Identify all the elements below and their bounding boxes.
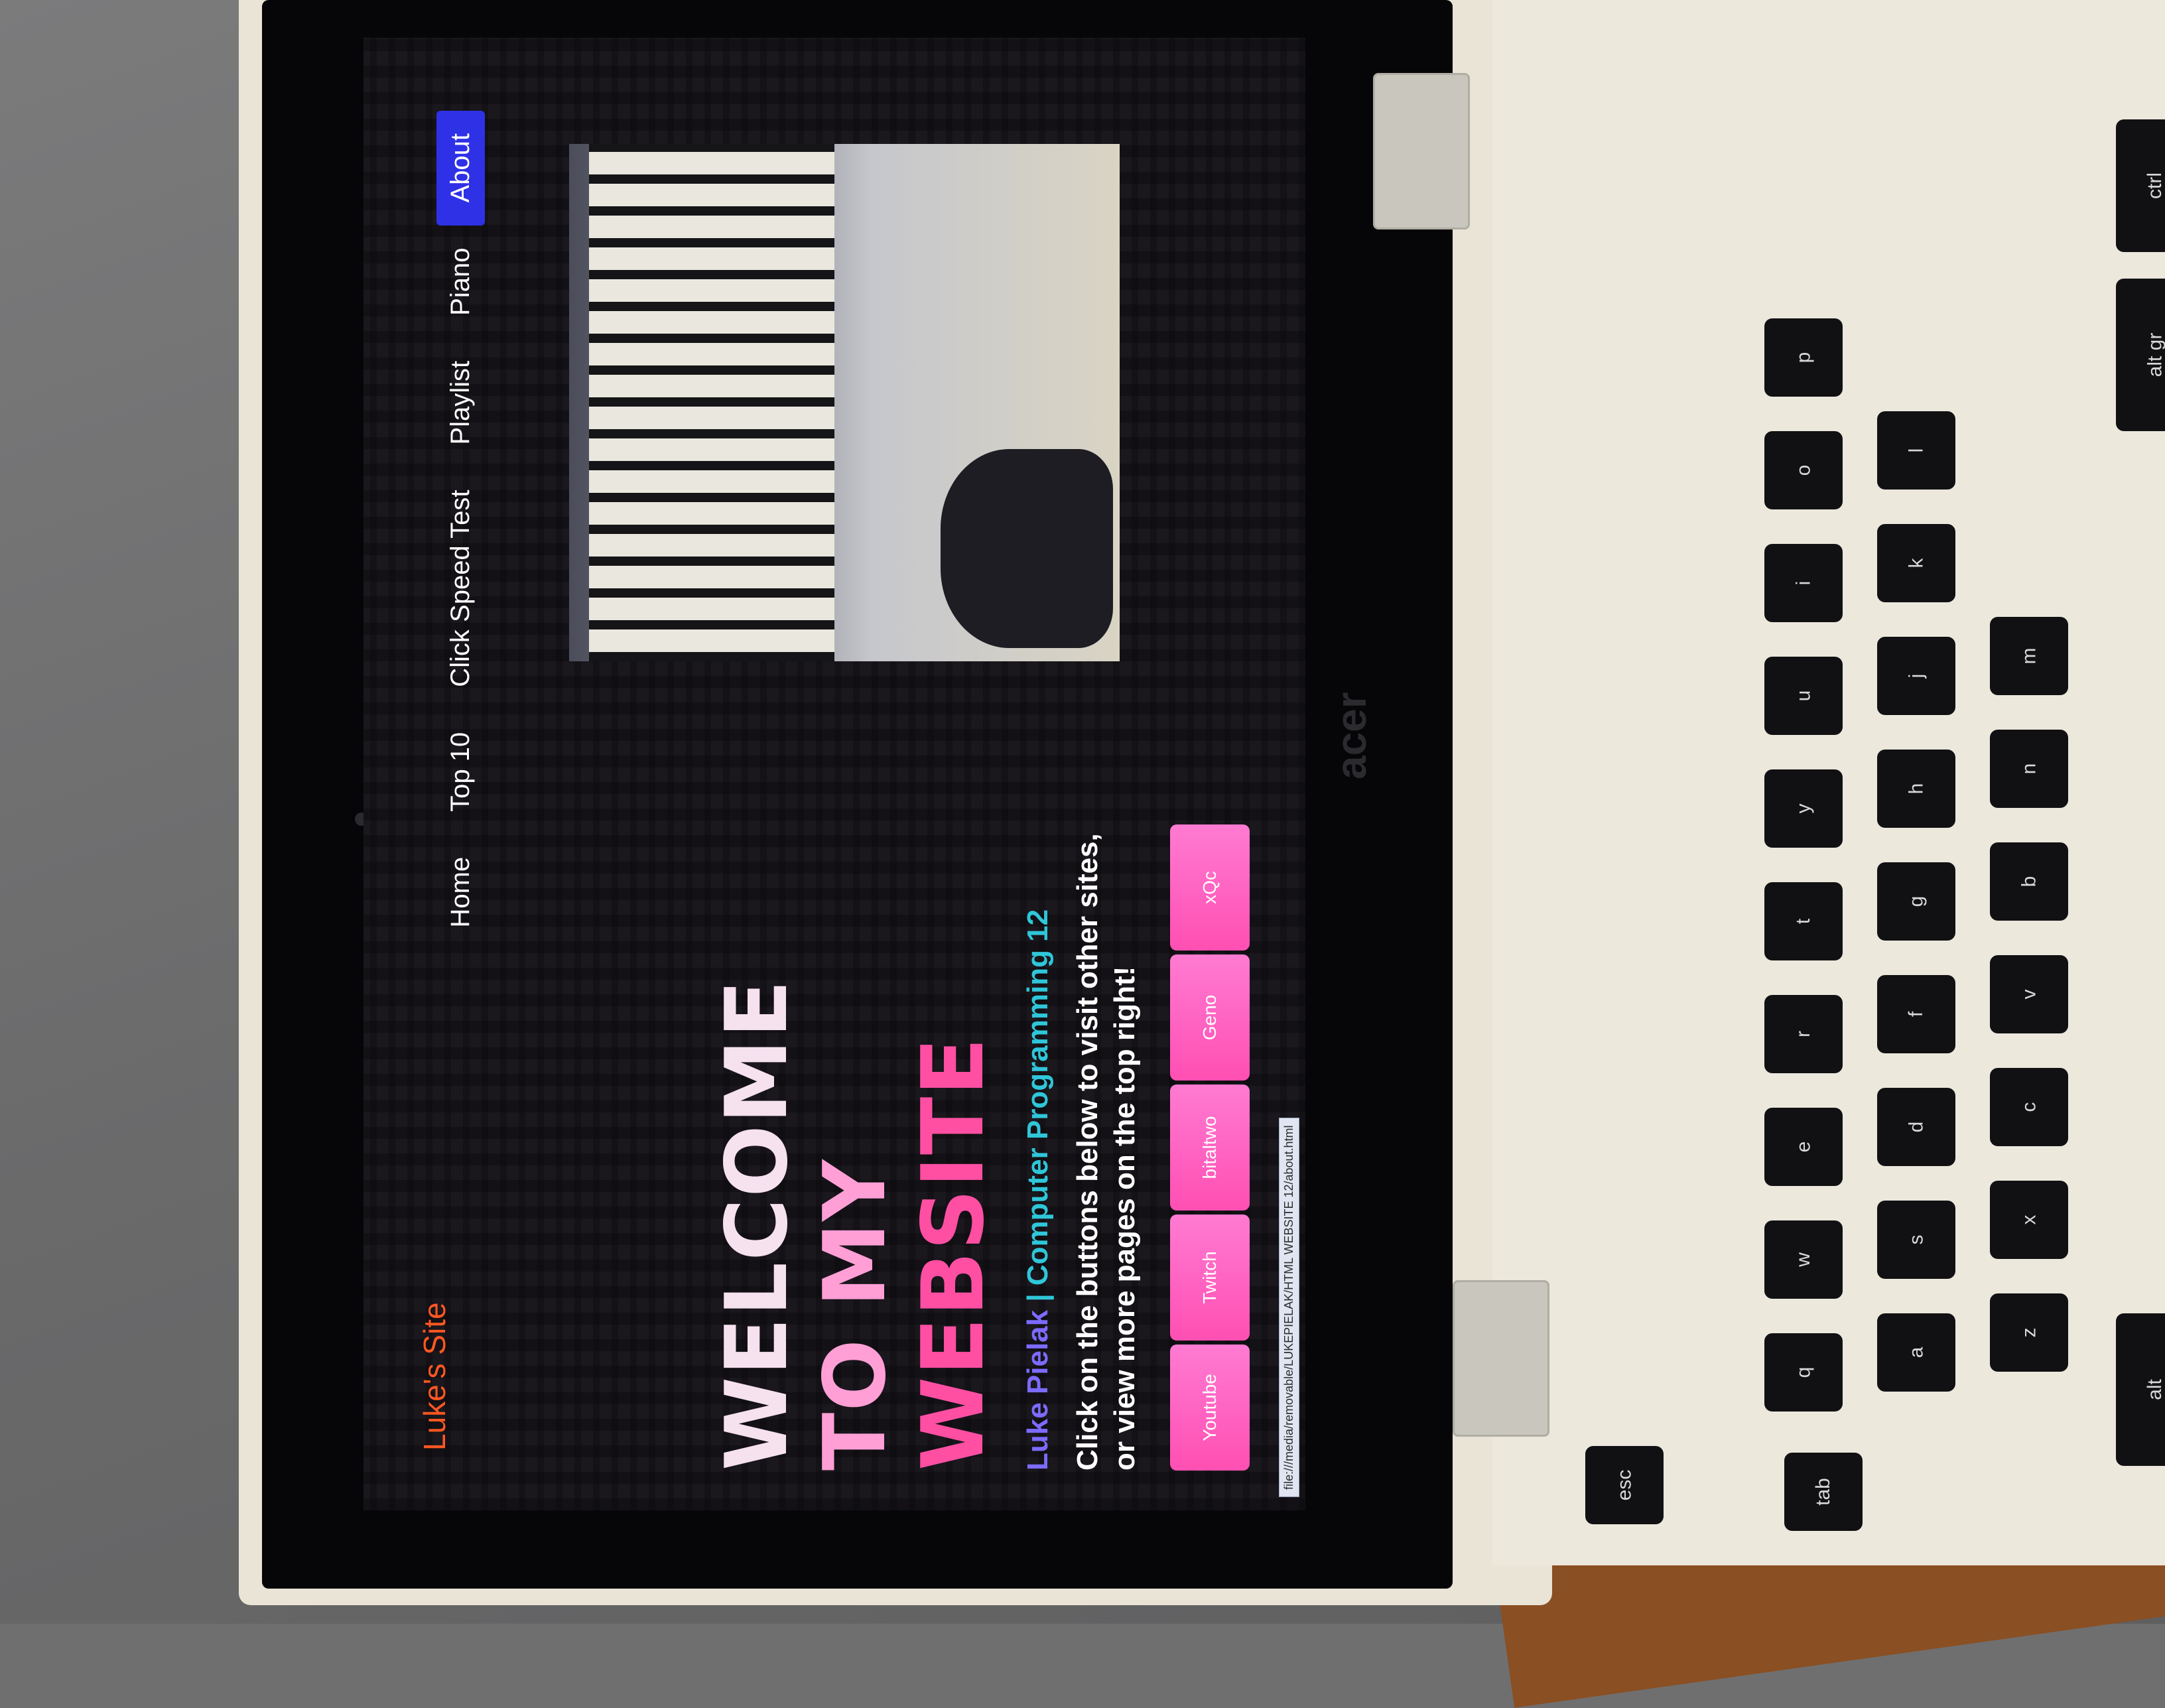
laptop-logo: acer [1327,692,1375,779]
hinge-bottom [1453,1280,1549,1437]
key-tab[interactable]: tab [1784,1453,1863,1531]
nav-click-speed-test[interactable]: Click Speed Test [436,468,485,710]
key-v[interactable]: v [1990,955,2068,1033]
key-e[interactable]: e [1764,1108,1843,1186]
key-alt[interactable]: alt [2116,1313,2165,1466]
piano-photo [569,144,1120,661]
key-y[interactable]: y [1764,769,1843,848]
key-m[interactable]: m [1990,617,2068,695]
hinge-top [1373,73,1470,230]
key-t[interactable]: t [1764,882,1843,960]
site-header: Luke's Site Home Top 10 Click Speed Test… [363,38,503,1510]
key-u[interactable]: u [1764,657,1843,735]
nav-playlist[interactable]: Playlist [436,338,485,468]
key-b[interactable]: b [1990,842,2068,921]
key-r[interactable]: r [1764,995,1843,1073]
keyboard: esc tab alt alt gr ctrl q w e r t y u i … [1545,0,2165,1624]
pianist-image [941,449,1113,648]
key-k[interactable]: k [1877,524,1955,602]
author-name: Luke Pielak [1021,1309,1054,1471]
youtube-button[interactable]: Youtube [1170,1345,1250,1471]
hero-title-line-1: WELCOME [708,978,807,1471]
key-q[interactable]: q [1764,1333,1843,1412]
link-buttons: Youtube Twitch bitaltwo Geno xQc [1170,807,1250,1471]
nav-piano[interactable]: Piano [436,226,485,338]
hero-subtitle: Luke Pielak | Computer Programming 12 [1021,807,1055,1471]
key-h[interactable]: h [1877,750,1955,828]
geno-button[interactable]: Geno [1170,954,1250,1081]
key-f[interactable]: f [1877,975,1955,1053]
key-o[interactable]: o [1764,431,1843,509]
course-name: Computer Programming 12 [1021,909,1054,1286]
key-esc[interactable]: esc [1585,1446,1664,1524]
key-ctrl[interactable]: ctrl [2116,119,2165,252]
key-n[interactable]: n [1990,730,2068,808]
xqc-button[interactable]: xQc [1170,824,1250,951]
key-i[interactable]: i [1764,544,1843,622]
browser-screen: Luke's Site Home Top 10 Click Speed Test… [363,38,1305,1510]
status-bar-url: file:///media/removable/LUKEPIELAK/HTML … [1279,1118,1299,1497]
hero-section: WELCOME TO MY WEBSITE Luke Pielak | Comp… [708,807,1250,1471]
piano-keys-image [589,144,834,661]
hero-title-line-2: TO MY [806,1158,905,1471]
key-g[interactable]: g [1877,862,1955,941]
nav-about[interactable]: About [436,111,485,226]
key-x[interactable]: x [1990,1181,2068,1259]
site-brand[interactable]: Luke's Site [417,1302,452,1451]
key-z[interactable]: z [1990,1293,2068,1372]
key-s[interactable]: s [1877,1201,1955,1279]
site-nav: Home Top 10 Click Speed Test Playlist Pi… [436,111,485,951]
key-c[interactable]: c [1990,1068,2068,1146]
hero-description: Click on the buttons below to visit othe… [1071,833,1141,1471]
key-l[interactable]: l [1877,411,1955,490]
bitaltwo-button[interactable]: bitaltwo [1170,1084,1250,1211]
hero-title-line-3: WEBSITE [904,1036,1003,1471]
twitch-button[interactable]: Twitch [1170,1215,1250,1341]
key-a[interactable]: a [1877,1313,1955,1392]
nav-top-10[interactable]: Top 10 [436,710,485,834]
key-alt-gr[interactable]: alt gr [2116,279,2165,431]
key-w[interactable]: w [1764,1220,1843,1299]
key-d[interactable]: d [1877,1088,1955,1166]
nav-home[interactable]: Home [436,834,485,951]
key-p[interactable]: p [1764,318,1843,397]
key-j[interactable]: j [1877,637,1955,715]
subtitle-separator: | [1021,1285,1054,1310]
